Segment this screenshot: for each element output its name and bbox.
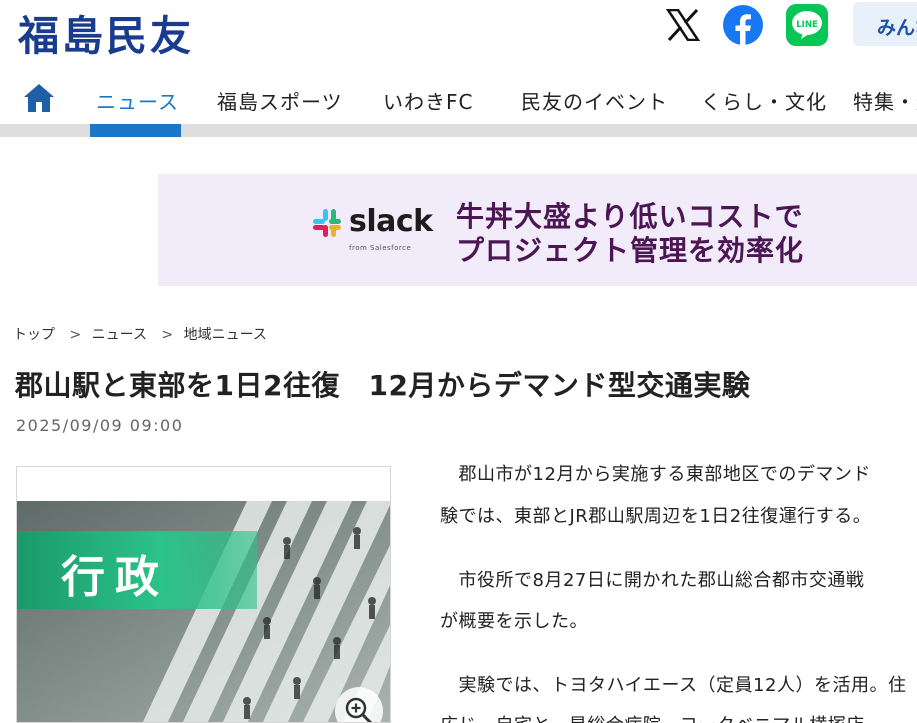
nav-tab-fukushima-sports[interactable]: 福島スポーツ bbox=[217, 86, 343, 115]
site-header: 福島民友 LINE みんな bbox=[0, 0, 917, 70]
article-paragraph-line: 郡山市が12月から実施する東部地区でのデマンド bbox=[440, 464, 871, 485]
breadcrumb-top[interactable]: トップ bbox=[13, 327, 55, 343]
article-paragraph-line: 実験では、トヨタハイエース（定員12人）を活用。住 bbox=[440, 675, 907, 696]
breadcrumb: トップ > ニュース > 地域ニュース bbox=[13, 324, 277, 344]
home-icon[interactable] bbox=[22, 82, 56, 114]
article-paragraph-line: 市役所で8月27日に開かれた郡山総合都市交通戦 bbox=[440, 570, 865, 591]
article-paragraph-line: が概要を示した。 bbox=[440, 611, 588, 632]
nav-tab-life-culture[interactable]: くらし・文化 bbox=[701, 86, 827, 115]
zoom-in-icon[interactable] bbox=[335, 687, 383, 723]
nav-tab-iwaki-fc[interactable]: いわきFC bbox=[383, 86, 473, 115]
svg-text:LINE: LINE bbox=[796, 20, 818, 30]
ad-headline-line1: 牛丼大盛より低いコストで bbox=[456, 200, 804, 233]
site-logo[interactable]: 福島民友 bbox=[18, 2, 194, 62]
article-paragraph-line: 広じ、自宅と、星総合病院、ヨークベニマル横塚店 bbox=[440, 711, 917, 723]
minna-button[interactable]: みんな bbox=[853, 2, 917, 46]
breadcrumb-separator: > bbox=[161, 327, 174, 343]
article-image[interactable]: 行政 bbox=[17, 501, 390, 723]
ad-headline-line2: プロジェクト管理を効率化 bbox=[456, 234, 805, 267]
ad-banner[interactable]: slack from Salesforce 牛丼大盛より低いコストで プロジェク… bbox=[158, 174, 917, 286]
main-nav: ニュース 福島スポーツ いわきFC 民友のイベント くらし・文化 特集・連 bbox=[0, 70, 917, 138]
ad-brand: slack bbox=[349, 204, 433, 239]
image-category-label: 行政 bbox=[61, 552, 169, 603]
article-date: 2025/09/09 09:00 bbox=[16, 416, 184, 435]
ad-brand-sub: from Salesforce bbox=[349, 244, 412, 252]
breadcrumb-news[interactable]: ニュース bbox=[92, 327, 147, 343]
breadcrumb-separator: > bbox=[69, 327, 82, 343]
breadcrumb-local-news[interactable]: 地域ニュース bbox=[184, 327, 267, 343]
slack-logo-icon bbox=[313, 209, 341, 237]
x-logo-icon[interactable] bbox=[662, 4, 704, 46]
line-icon[interactable]: LINE bbox=[786, 4, 828, 46]
article-paragraph-line: 験では、東部とJR郡山駅周辺を1日2往復運行する。 bbox=[440, 506, 872, 527]
nav-active-indicator bbox=[90, 124, 181, 137]
ad-headline: 牛丼大盛より低いコストで プロジェクト管理を効率化 bbox=[456, 200, 804, 268]
nav-tab-features[interactable]: 特集・連 bbox=[853, 86, 917, 115]
article-figure[interactable]: 行政 bbox=[16, 466, 391, 723]
facebook-icon[interactable] bbox=[722, 4, 764, 46]
article-title: 郡山駅と東部を1日2往復 12月からデマンド型交通実験 bbox=[15, 369, 751, 402]
nav-tab-news[interactable]: ニュース bbox=[96, 86, 179, 115]
nav-tab-events[interactable]: 民友のイベント bbox=[521, 86, 668, 115]
